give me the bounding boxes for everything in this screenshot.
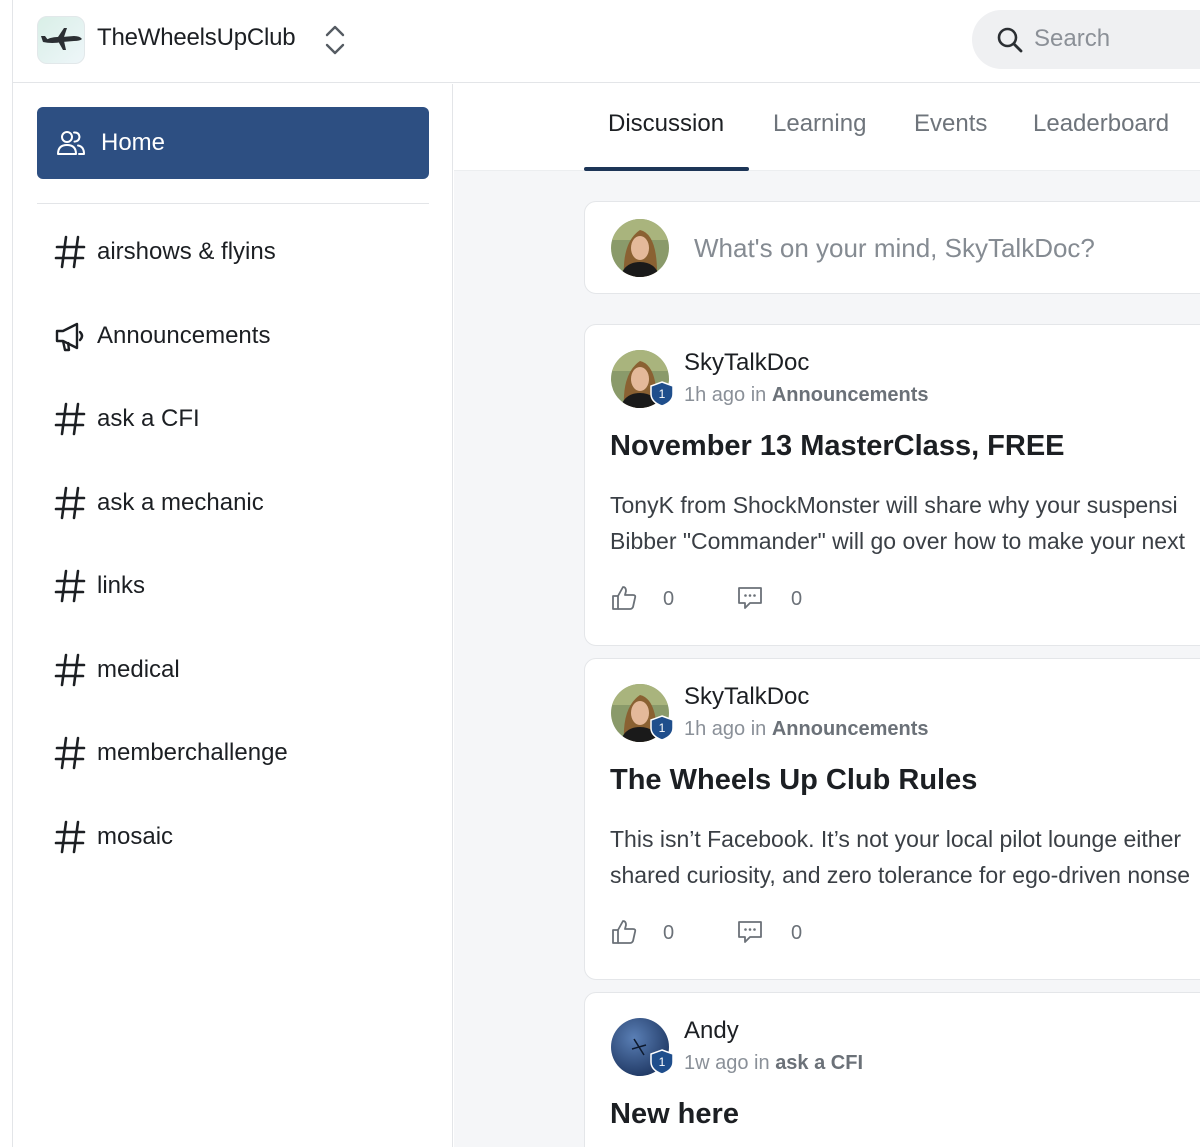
like-count: 0 xyxy=(663,922,675,944)
thumbs-up-icon[interactable] xyxy=(610,918,638,946)
tab-discussion[interactable]: Discussion xyxy=(608,110,724,138)
hash-icon xyxy=(53,569,87,603)
author-avatar[interactable]: 1 xyxy=(610,683,674,743)
users-icon xyxy=(57,131,85,155)
sidebar-item-home[interactable]: Home xyxy=(37,107,429,179)
sidebar-item-airshows[interactable]: airshows & flyins xyxy=(37,224,429,280)
sidebar-item-label: ask a mechanic xyxy=(97,489,264,516)
post-body-line: Bibber "Commander" will go over how to m… xyxy=(610,528,1185,554)
community-logo[interactable] xyxy=(37,16,85,64)
sidebar-item-label: airshows & flyins xyxy=(97,238,276,265)
post-author[interactable]: SkyTalkDoc xyxy=(684,349,809,377)
sidebar-item-links[interactable]: links xyxy=(37,558,429,614)
svg-text:1: 1 xyxy=(659,387,666,401)
sidebar: Home airshows & flyins Announcements ask… xyxy=(13,84,453,1147)
comment-icon[interactable] xyxy=(736,918,764,946)
sidebar-item-label: links xyxy=(97,572,146,599)
post-actions: 0 0 xyxy=(610,918,910,948)
post-meta: 1w ago in ask a CFI xyxy=(684,1052,863,1075)
sidebar-divider xyxy=(37,203,429,204)
comment-icon[interactable] xyxy=(736,584,764,612)
svg-text:1: 1 xyxy=(659,1055,666,1069)
post-body: TonyK from ShockMonster will share why y… xyxy=(610,487,1200,559)
tab-events[interactable]: Events xyxy=(914,110,987,138)
post-meta: 1h ago in Announcements xyxy=(684,384,929,407)
sidebar-item-announcements[interactable]: Announcements xyxy=(37,308,429,364)
feed-post[interactable]: 1 Andy 1w ago in ask a CFI New here xyxy=(584,992,1200,1147)
post-meta: 1h ago in Announcements xyxy=(684,718,929,741)
thumbs-up-icon[interactable] xyxy=(610,584,638,612)
post-title[interactable]: The Wheels Up Club Rules xyxy=(610,764,977,797)
active-tab-indicator xyxy=(584,167,749,171)
avatar xyxy=(611,219,669,277)
level-badge-icon: 1 xyxy=(650,381,674,407)
hash-icon xyxy=(53,653,87,687)
comment-count: 0 xyxy=(791,922,803,944)
hash-icon xyxy=(53,820,87,854)
sidebar-item-label: memberchallenge xyxy=(97,739,288,766)
hash-icon xyxy=(53,486,87,520)
comment-count: 0 xyxy=(791,588,803,610)
author-avatar[interactable]: 1 xyxy=(610,1017,674,1077)
level-badge-icon: 1 xyxy=(650,715,674,741)
sidebar-item-label: medical xyxy=(97,656,180,683)
svg-text:1: 1 xyxy=(659,721,666,735)
top-header: TheWheelsUpClub xyxy=(13,0,1200,83)
post-body-line: TonyK from ShockMonster will share why y… xyxy=(610,492,1178,518)
airplane-icon xyxy=(41,28,82,50)
tab-leaderboard[interactable]: Leaderboard xyxy=(1033,110,1169,138)
composer-prompt: What's on your mind, SkyTalkDoc? xyxy=(694,233,1095,263)
search-input[interactable] xyxy=(1034,22,1200,56)
feed-post[interactable]: 1 SkyTalkDoc 1h ago in Announcements Nov… xyxy=(584,324,1200,646)
chevron-up-down-icon[interactable] xyxy=(323,24,347,61)
community-name[interactable]: TheWheelsUpClub xyxy=(97,24,296,52)
post-time: 1w ago in xyxy=(684,1052,770,1074)
search-box[interactable] xyxy=(972,10,1200,69)
post-body-line: This isn’t Facebook. It’s not your local… xyxy=(610,826,1182,852)
hash-icon xyxy=(53,235,87,269)
post-composer[interactable]: What's on your mind, SkyTalkDoc? xyxy=(584,201,1200,294)
tab-learning[interactable]: Learning xyxy=(773,110,866,138)
post-space-link[interactable]: Announcements xyxy=(772,718,929,740)
sidebar-item-mosaic[interactable]: mosaic xyxy=(37,809,429,865)
post-body: This isn’t Facebook. It’s not your local… xyxy=(610,821,1200,893)
post-time: 1h ago in xyxy=(684,384,767,406)
search-icon xyxy=(997,27,1023,53)
hash-icon xyxy=(53,736,87,770)
post-space-link[interactable]: ask a CFI xyxy=(775,1052,863,1074)
post-title[interactable]: November 13 MasterClass, FREE xyxy=(610,430,1065,463)
sidebar-item-ask-a-cfi[interactable]: ask a CFI xyxy=(37,391,429,447)
sidebar-item-label: ask a CFI xyxy=(97,405,200,432)
author-avatar[interactable]: 1 xyxy=(610,349,674,409)
sidebar-item-memberchallenge[interactable]: memberchallenge xyxy=(37,725,429,781)
sidebar-item-medical[interactable]: medical xyxy=(37,642,429,698)
main-feed: Discussion Learning Events Leaderboard W… xyxy=(454,84,1200,1147)
sidebar-item-ask-a-mechanic[interactable]: ask a mechanic xyxy=(37,475,429,531)
hash-icon xyxy=(53,402,87,436)
tab-bar: Discussion Learning Events Leaderboard xyxy=(454,84,1200,171)
sidebar-item-label: Announcements xyxy=(97,322,271,349)
post-title[interactable]: New here xyxy=(610,1098,739,1131)
like-count: 0 xyxy=(663,588,675,610)
sidebar-item-label: mosaic xyxy=(97,823,174,850)
post-time: 1h ago in xyxy=(684,718,767,740)
post-body-line: shared curiosity, and zero tolerance for… xyxy=(610,862,1191,888)
feed-post[interactable]: 1 SkyTalkDoc 1h ago in Announcements The… xyxy=(584,658,1200,980)
level-badge-icon: 1 xyxy=(650,1049,674,1075)
post-author[interactable]: SkyTalkDoc xyxy=(684,683,809,711)
post-space-link[interactable]: Announcements xyxy=(772,384,929,406)
sidebar-item-label: Home xyxy=(101,129,166,156)
post-actions: 0 0 xyxy=(610,584,910,614)
post-author[interactable]: Andy xyxy=(684,1017,739,1045)
megaphone-icon xyxy=(53,319,87,353)
